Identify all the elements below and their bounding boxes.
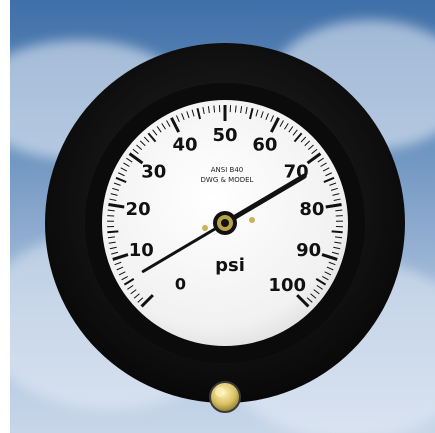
dial-label: 90 [296, 240, 321, 261]
minor-tick [234, 105, 237, 113]
dial-small-text-line1: ANSI B40 [211, 166, 243, 174]
pressure-gauge: 10203040 50 607080901000 ANSI B40 DWG & MO… [45, 43, 405, 413]
dial-label: 100 [268, 275, 306, 296]
dial-small-text-line2: DWG & MODEL [201, 176, 254, 184]
photo-frame: 10 20 30 40 50 60 70 80 90 100 0 ANSI B40 DWG & MO… [0, 0, 435, 433]
minor-tick [331, 230, 343, 234]
bezel-screw-highlight [215, 387, 225, 397]
dial-label: 20 [126, 199, 151, 220]
needle-hub-center [221, 219, 229, 227]
dial-label: 80 [299, 199, 324, 220]
dial-dot-left [202, 225, 208, 231]
dial-label: 0 [175, 275, 186, 294]
dial-dot-right [249, 217, 255, 223]
minor-tick [213, 105, 216, 113]
dial-label: 30 [141, 161, 166, 182]
unit-label: psi [215, 255, 245, 276]
dial-label: 40 [173, 135, 198, 156]
dial-label: 10 [129, 240, 154, 261]
dial-label: 50 [212, 125, 237, 146]
minor-tick [107, 230, 119, 234]
bezel-screw [209, 381, 241, 413]
dial-label: 60 [252, 135, 277, 156]
